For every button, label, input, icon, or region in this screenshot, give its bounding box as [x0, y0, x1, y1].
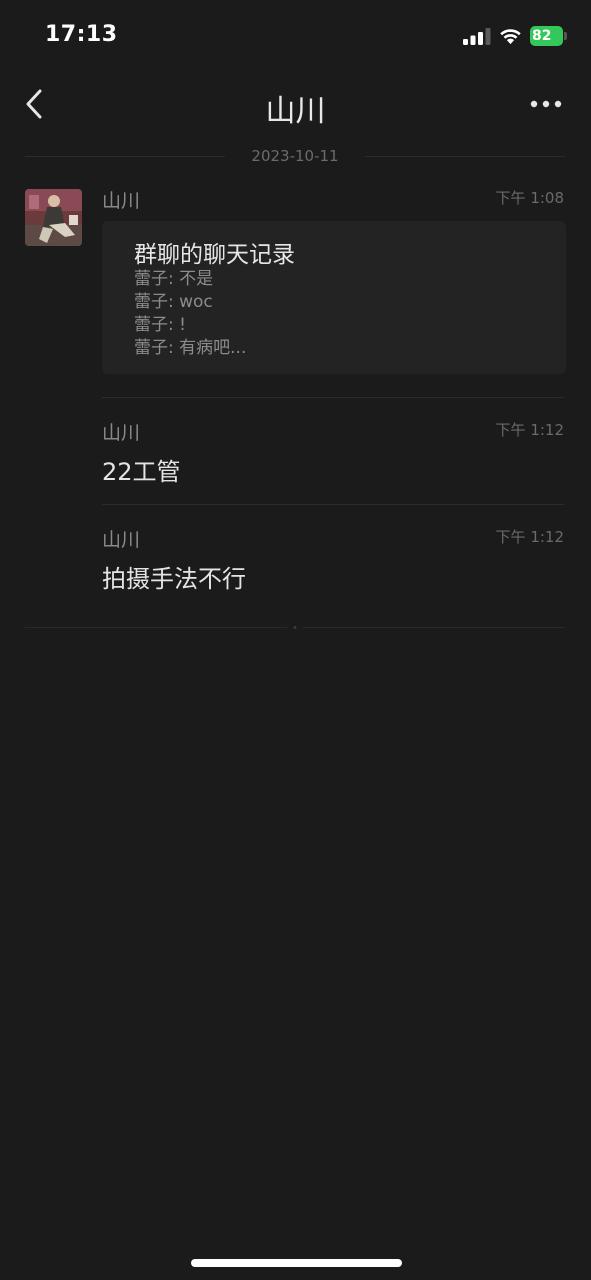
chat-record-line: 蕾子: !: [134, 315, 186, 335]
battery-icon: 82: [530, 26, 568, 46]
chat-record-line: 蕾子: 不是: [134, 269, 214, 289]
page-title: 山川: [265, 94, 326, 129]
message-text: 22工管: [102, 458, 181, 486]
message-text: 拍摄手法不行: [102, 565, 246, 593]
home-indicator[interactable]: [191, 1259, 402, 1267]
chat-record-card[interactable]: 群聊的聊天记录 蕾子: 不是 蕾子: woc 蕾子: ! 蕾子: 有病吧...: [102, 221, 566, 374]
message-item[interactable]: 山川 下午 1:12 拍摄手法不行: [102, 525, 564, 595]
message-time: 下午 1:08: [495, 189, 564, 207]
message-header: 山川 下午 1:08: [102, 186, 564, 216]
avatar-photo: [25, 189, 82, 246]
sender-name: 山川: [102, 190, 141, 212]
status-time: 17:13: [45, 22, 118, 47]
message-item[interactable]: 山川 下午 1:12 22工管: [102, 418, 564, 488]
nav-bar: 山川: [0, 70, 591, 142]
signal-icon: [463, 28, 491, 45]
battery-level: 82: [530, 26, 563, 46]
message-divider: [102, 397, 564, 398]
chat-record-title: 群聊的聊天记录: [134, 242, 295, 268]
end-separator: [25, 626, 565, 629]
avatar[interactable]: [25, 189, 82, 246]
message-time: 下午 1:12: [495, 528, 564, 546]
sender-name: 山川: [102, 422, 141, 444]
more-dots-icon[interactable]: [526, 92, 566, 116]
date-separator: 2023-10-11: [25, 146, 565, 168]
message-time: 下午 1:12: [495, 421, 564, 439]
message-divider: [102, 504, 564, 505]
sender-name: 山川: [102, 529, 141, 551]
status-bar: 17:13 82: [0, 0, 591, 70]
battery-cap: [564, 32, 567, 40]
wifi-icon: [500, 29, 521, 45]
date-line-right: [365, 156, 565, 157]
chat-record-line: 蕾子: woc: [134, 292, 213, 312]
chat-record-line: 蕾子: 有病吧...: [134, 338, 247, 358]
